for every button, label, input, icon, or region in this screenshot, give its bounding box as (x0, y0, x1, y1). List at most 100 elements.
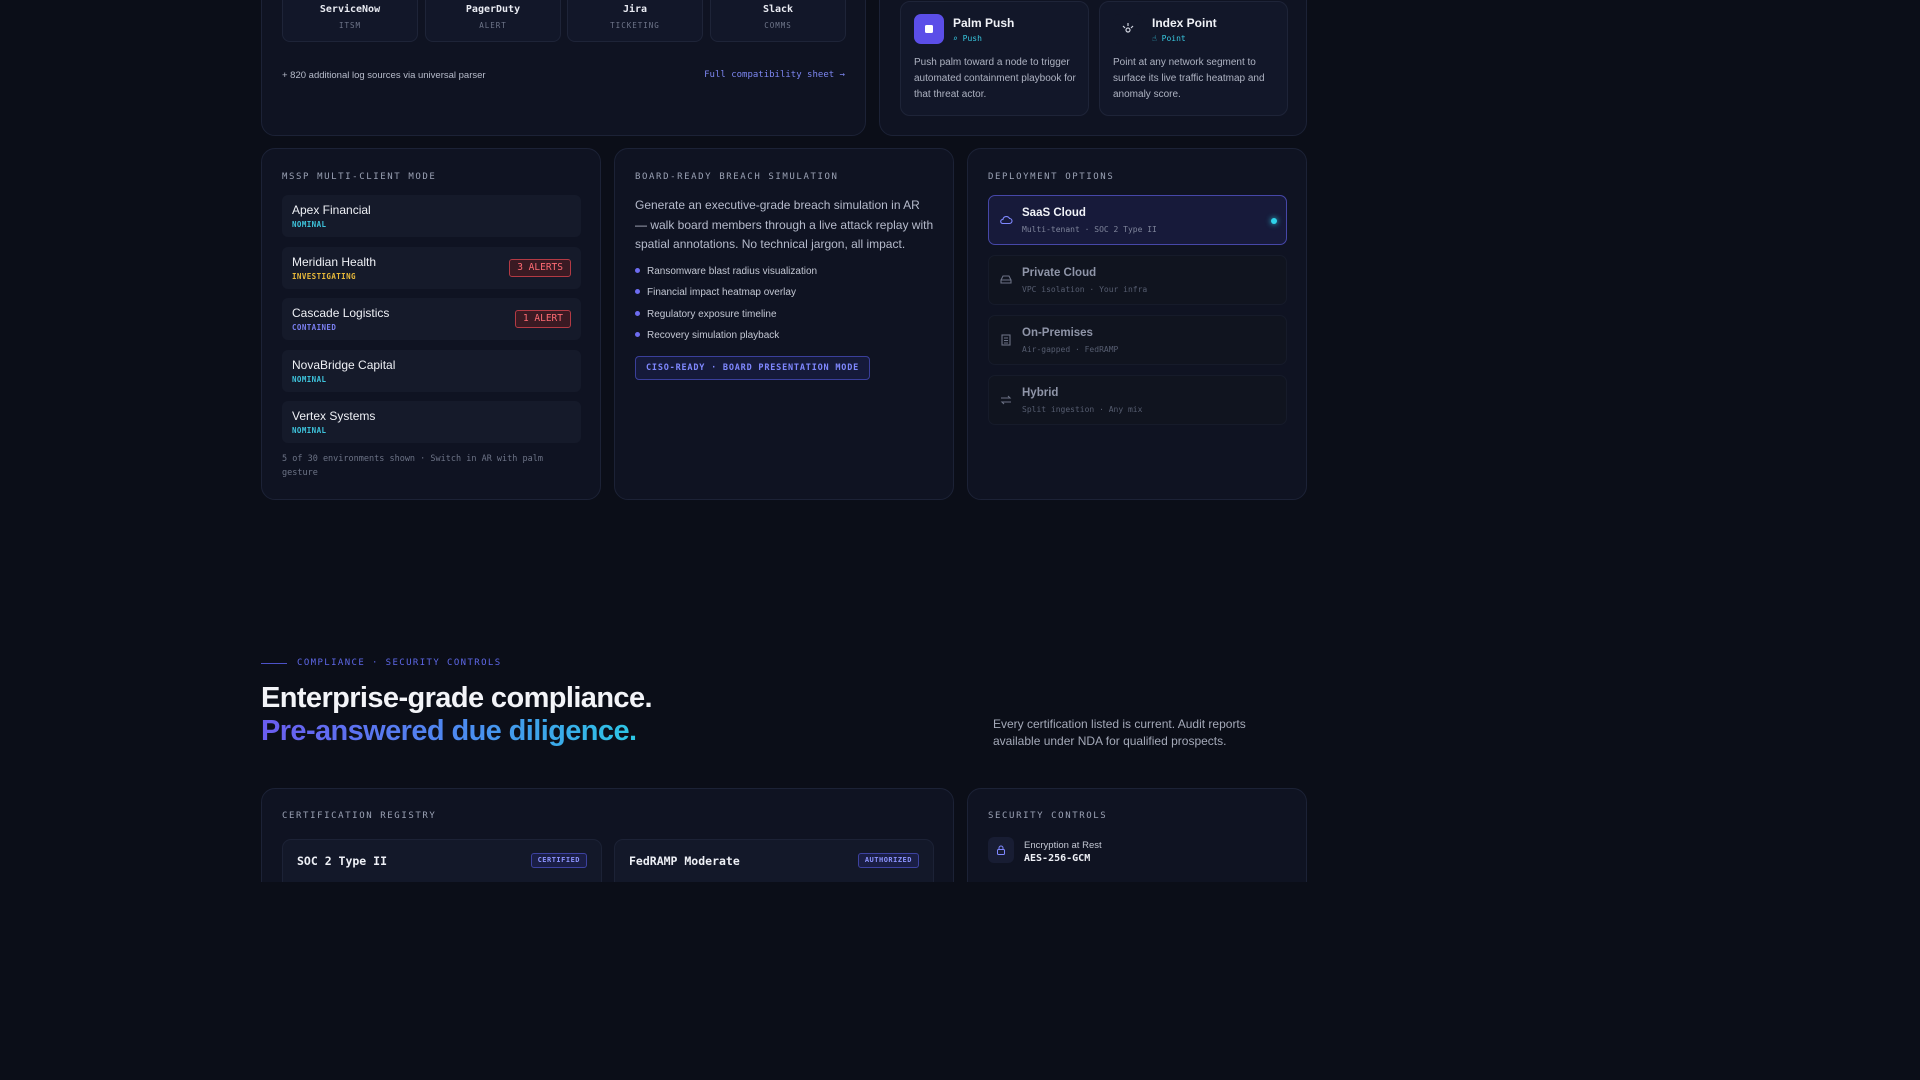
security-controls-card: SECURITY CONTROLS Encryption at Rest AES… (967, 788, 1307, 882)
deployment-name: Hybrid (1022, 387, 1059, 399)
cert-status-badge: CERTIFIED (530, 853, 587, 868)
gesture-palm-push[interactable]: Palm Push ⌕ Push Push palm toward a node… (900, 1, 1089, 116)
board-bullet: Ransomware blast radius visualization (635, 266, 817, 277)
deployment-name: SaaS Cloud (1022, 207, 1086, 219)
client-status: NOMINAL (292, 375, 327, 384)
swap-arrows-icon (1000, 395, 1012, 405)
deployment-name: On-Premises (1022, 327, 1093, 339)
client-status: NOMINAL (292, 426, 327, 435)
client-status: CONTAINED (292, 323, 337, 332)
client-name: NovaBridge Capital (292, 358, 396, 372)
deployment-option-on-premises[interactable]: On-Premises Air-gapped · FedRAMP (988, 315, 1287, 365)
cloud-icon (1000, 216, 1013, 225)
bullet-dot-icon (635, 267, 640, 273)
compliance-eyebrow: COMPLIANCE · SECURITY CONTROLS (261, 658, 502, 668)
gesture-index-point[interactable]: Index Point ☝ Point Point at any network… (1099, 1, 1288, 116)
bullet-dot-icon (635, 288, 640, 294)
deployment-detail: Multi-tenant · SOC 2 Type II (1022, 225, 1157, 234)
integration-type: ITSM (338, 21, 362, 30)
board-simulation-card: BOARD-READY BREACH SIMULATION Generate a… (614, 148, 954, 500)
gesture-tag: ☝ Point (1152, 34, 1186, 43)
integration-type: TICKETING (610, 21, 660, 30)
deployment-option-saas-cloud[interactable]: SaaS Cloud Multi-tenant · SOC 2 Type II (988, 195, 1287, 245)
integration-tile-servicenow[interactable]: ServiceNow ITSM (282, 0, 418, 42)
control-name: Encryption at Rest (1024, 840, 1102, 851)
integration-tile-slack[interactable]: Slack COMMS (710, 0, 846, 42)
mssp-card: MSSP MULTI-CLIENT MODE Apex Financial NO… (261, 148, 601, 500)
selected-indicator-icon (1271, 218, 1277, 224)
deployment-option-private-cloud[interactable]: Private Cloud VPC isolation · Your infra (988, 255, 1287, 305)
index-point-icon (1113, 14, 1143, 44)
client-row-cascade-logistics[interactable]: Cascade Logistics CONTAINED 1 ALERT (282, 298, 581, 340)
client-row-apex-financial[interactable]: Apex Financial NOMINAL (282, 195, 581, 237)
gesture-tag: ⌕ Push (953, 34, 982, 43)
control-value: AES-256-GCM (1024, 853, 1091, 864)
bullet-dot-icon (635, 310, 640, 316)
building-icon (1001, 334, 1011, 346)
board-description: Generate an executive-grade breach simul… (635, 198, 934, 251)
cert-name: SOC 2 Type II (297, 854, 388, 868)
integration-name: Jira (622, 4, 648, 15)
board-bullet: Regulatory exposure timeline (635, 309, 777, 320)
ciso-ready-badge[interactable]: CISO-READY · BOARD PRESENTATION MODE (635, 356, 871, 380)
gesture-title: Palm Push (953, 16, 1015, 30)
deployment-card: DEPLOYMENT OPTIONS SaaS Cloud Multi-tena… (967, 148, 1307, 500)
server-icon (1000, 275, 1012, 284)
deployment-option-hybrid[interactable]: Hybrid Split ingestion · Any mix (988, 375, 1287, 425)
board-bullet: Recovery simulation playback (635, 330, 779, 341)
alert-count-badge[interactable]: 3 ALERTS (509, 259, 571, 277)
client-name: Meridian Health (292, 255, 377, 269)
board-label: BOARD-READY BREACH SIMULATION (635, 172, 839, 182)
eyebrow-text: COMPLIANCE · SECURITY CONTROLS (297, 658, 502, 668)
client-status: INVESTIGATING (292, 272, 356, 281)
integrations-footnote: + 820 additional log sources via univers… (282, 70, 486, 81)
lock-icon (988, 837, 1014, 863)
alert-count-badge[interactable]: 1 ALERT (514, 310, 571, 328)
palm-push-icon (914, 14, 944, 44)
client-status: NOMINAL (292, 220, 327, 229)
controls-label: SECURITY CONTROLS (988, 811, 1108, 821)
deployment-detail: Air-gapped · FedRAMP (1022, 345, 1119, 354)
integration-name: Slack (762, 4, 794, 15)
client-name: Apex Financial (292, 203, 371, 217)
cert-status-badge: AUTHORIZED (857, 853, 919, 868)
compliance-headline: Enterprise-grade compliance. (261, 682, 653, 714)
client-row-vertex-systems[interactable]: Vertex Systems NOMINAL (282, 401, 581, 443)
compatibility-sheet-link[interactable]: Full compatibility sheet → (704, 70, 845, 80)
integration-tile-pagerduty[interactable]: PagerDuty ALERT (425, 0, 561, 42)
deployment-detail: VPC isolation · Your infra (1022, 285, 1148, 294)
bullet-dot-icon (635, 331, 640, 337)
gestures-card: Palm Push ⌕ Push Push palm toward a node… (879, 0, 1307, 136)
gesture-description: Push palm toward a node to trigger autom… (914, 57, 1076, 100)
compliance-note: Every certification listed is current. A… (993, 717, 1246, 748)
cert-soc2[interactable]: SOC 2 Type II CERTIFIED (282, 839, 602, 882)
compliance-headline-gradient: Pre-answered due diligence. (261, 715, 637, 747)
bullet-text: Ransomware blast radius visualization (647, 266, 818, 277)
eyebrow-line (261, 662, 287, 664)
integration-type: COMMS (764, 21, 792, 30)
integration-name: ServiceNow (319, 4, 381, 15)
bullet-text: Regulatory exposure timeline (647, 309, 777, 320)
client-name: Vertex Systems (292, 409, 376, 423)
deployment-label: DEPLOYMENT OPTIONS (988, 172, 1115, 182)
integration-name: PagerDuty (465, 4, 521, 15)
cert-fedramp[interactable]: FedRAMP Moderate AUTHORIZED (614, 839, 934, 882)
page: ServiceNow ITSM PagerDuty ALERT Jira TIC… (0, 0, 1568, 882)
deployment-name: Private Cloud (1022, 267, 1097, 279)
mssp-label: MSSP MULTI-CLIENT MODE (282, 172, 437, 182)
gesture-description: Point at any network segment to surface … (1113, 57, 1265, 100)
board-bullet: Financial impact heatmap overlay (635, 287, 796, 298)
mssp-footnote: 5 of 30 environments shown · Switch in A… (282, 454, 543, 478)
integrations-card: ServiceNow ITSM PagerDuty ALERT Jira TIC… (261, 0, 866, 136)
bullet-text: Financial impact heatmap overlay (647, 287, 796, 298)
bullet-text: Recovery simulation playback (647, 330, 780, 341)
registry-label: CERTIFICATION REGISTRY (282, 811, 437, 821)
deployment-detail: Split ingestion · Any mix (1022, 405, 1143, 414)
client-row-meridian-health[interactable]: Meridian Health INVESTIGATING 3 ALERTS (282, 247, 581, 289)
gesture-title: Index Point (1152, 16, 1217, 30)
integration-type: ALERT (479, 21, 507, 30)
client-name: Cascade Logistics (292, 306, 390, 320)
integration-tile-jira[interactable]: Jira TICKETING (567, 0, 703, 42)
client-row-novabridge-capital[interactable]: NovaBridge Capital NOMINAL (282, 350, 581, 392)
cert-name: FedRAMP Moderate (629, 854, 740, 868)
